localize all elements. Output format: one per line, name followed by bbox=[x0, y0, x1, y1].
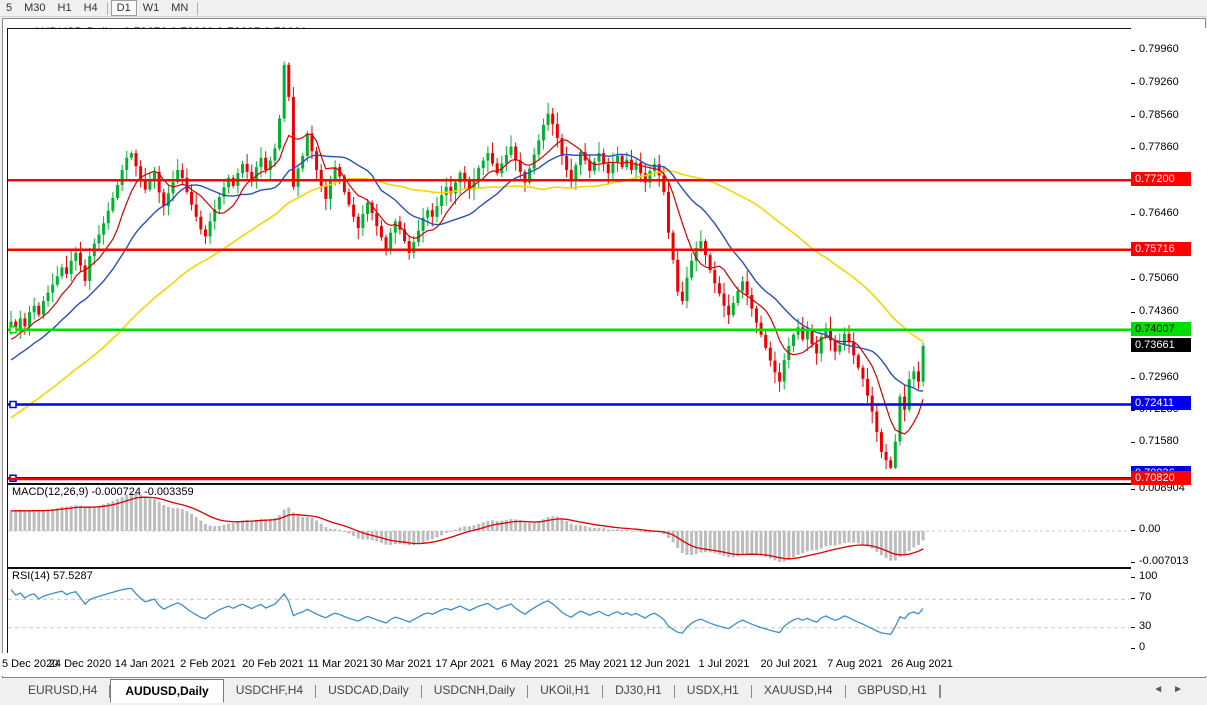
chart-tab-audusd-daily[interactable]: AUDUSD,Daily bbox=[110, 679, 224, 703]
price-axis-tick-label: 0.79260 bbox=[1139, 75, 1179, 88]
date-axis-label: 17 Apr 2021 bbox=[435, 658, 495, 670]
timeframe-button-d1[interactable]: D1 bbox=[110, 0, 137, 16]
timeframe-toolbar: 5 M30 H1 H4 D1 W1 MN bbox=[0, 0, 1207, 17]
toolbar-separator bbox=[197, 1, 199, 15]
price-axis-tick-label: 0.71580 bbox=[1139, 435, 1179, 448]
axis-tick-mark bbox=[1131, 562, 1135, 563]
toolbar-separator bbox=[106, 1, 108, 15]
axis-tick-mark bbox=[1131, 577, 1135, 578]
level-price-label-0.70820: 0.70820 bbox=[1131, 471, 1191, 485]
chart-tab-ukoil-h1[interactable]: UKOil,H1 bbox=[528, 680, 602, 701]
tab-scroll-right-icon[interactable]: ► bbox=[1173, 684, 1193, 695]
macd-axis-label: -0.007013 bbox=[1139, 555, 1189, 567]
price-axis-tick-label: 0.76460 bbox=[1139, 206, 1179, 219]
axis-tick-mark bbox=[1131, 648, 1135, 649]
date-axis-label: 14 Jan 2021 bbox=[114, 658, 176, 670]
timeframe-button-h1[interactable]: H1 bbox=[52, 1, 78, 15]
chart-tab-dj30-h1[interactable]: DJ30,H1 bbox=[603, 680, 674, 701]
timeframe-button-m30[interactable]: M30 bbox=[18, 1, 51, 15]
price-axis-tick-label: 0.78560 bbox=[1139, 108, 1179, 121]
date-axis: 5 Dec 2020 24 Dec 2020 14 Jan 2021 2 Feb 20… bbox=[0, 653, 1131, 676]
date-axis-label: 30 Mar 2021 bbox=[370, 658, 432, 670]
rsi-axis-label: 70 bbox=[1139, 591, 1152, 604]
date-axis-label: 7 Aug 2021 bbox=[827, 658, 883, 670]
macd-indicator-pane[interactable]: MACD(12,26,9) -0.000724 -0.003359 bbox=[7, 484, 1133, 568]
macd-axis-label: 0.00 bbox=[1139, 523, 1161, 535]
timeframe-button-h4[interactable]: H4 bbox=[78, 1, 104, 15]
chart-tab-usdcnh-daily[interactable]: USDCNH,Daily bbox=[422, 680, 527, 701]
axis-tick-mark bbox=[1131, 279, 1135, 281]
axis-tick-mark bbox=[1131, 148, 1135, 150]
date-axis-label: 6 May 2021 bbox=[501, 658, 559, 670]
axis-tick-mark bbox=[1131, 377, 1135, 379]
level-price-label-0.75716: 0.75716 bbox=[1131, 241, 1191, 256]
rsi-label: RSI(14) 57.5287 bbox=[12, 570, 93, 582]
rsi-chart-svg[interactable] bbox=[8, 569, 1132, 653]
price-axis-tick-label: 0.74360 bbox=[1139, 305, 1179, 318]
date-axis-label: 20 Jul 2021 bbox=[760, 658, 818, 670]
chart-tab-usdx-h1[interactable]: USDX,H1 bbox=[675, 680, 751, 701]
axis-tick-mark bbox=[1131, 598, 1135, 600]
date-axis-label: 24 Dec 2020 bbox=[48, 658, 112, 670]
date-axis-label: 25 May 2021 bbox=[564, 658, 628, 670]
chart-tab-gbpusd-h1[interactable]: GBPUSD,H1 bbox=[846, 680, 939, 701]
price-axis-tick-label: 0.79960 bbox=[1139, 43, 1179, 55]
date-axis-label: 20 Feb 2021 bbox=[242, 658, 304, 670]
axis-tick-mark bbox=[1131, 82, 1135, 84]
chart-tab-usdchf-h4[interactable]: USDCHF,H4 bbox=[224, 680, 315, 701]
rsi-axis-label: 100 bbox=[1139, 570, 1158, 582]
date-axis-label: 26 Aug 2021 bbox=[891, 658, 953, 670]
axis-tick-mark bbox=[1131, 115, 1135, 117]
tab-separator bbox=[939, 685, 941, 698]
axis-tick-mark bbox=[1131, 50, 1135, 51]
date-axis-label: 1 Jul 2021 bbox=[698, 658, 750, 670]
axis-tick-mark bbox=[1131, 530, 1135, 531]
date-axis-label: 2 Feb 2021 bbox=[180, 658, 236, 670]
trading-platform-screen: 5M30H1H4D1W1MN ▲AUDUSD,Daily0.73670 0.73… bbox=[0, 0, 1207, 705]
tab-scroll-left-icon[interactable]: ◄ bbox=[1153, 684, 1173, 695]
date-axis-label: 12 Jun 2021 bbox=[629, 658, 691, 670]
axis-tick-mark bbox=[1131, 489, 1135, 490]
price-axis-tick-label: 0.72960 bbox=[1139, 370, 1179, 383]
level-price-label-0.74007: 0.74007 bbox=[1131, 321, 1191, 336]
axis-tick-mark bbox=[1131, 626, 1135, 628]
level-price-label-0.77200: 0.77200 bbox=[1131, 172, 1191, 187]
axis-tick-mark bbox=[1131, 213, 1135, 215]
chart-tab-bar: EURUSD,H4 AUDUSD,Daily USDCHF,H4 USDCAD,Dai… bbox=[0, 678, 1207, 705]
price-chart-svg[interactable] bbox=[8, 29, 1132, 483]
chart-tab-eurusd-h4[interactable]: EURUSD,H4 bbox=[16, 680, 109, 701]
price-axis-tick-label: 0.77860 bbox=[1139, 141, 1179, 154]
axis-tick-mark bbox=[1131, 442, 1135, 444]
price-chart-pane[interactable] bbox=[7, 28, 1133, 484]
rsi-indicator-pane[interactable]: RSI(14) 57.5287 bbox=[7, 568, 1133, 654]
timeframe-button-w1[interactable]: W1 bbox=[137, 1, 166, 15]
level-price-label-0.72411: 0.72411 bbox=[1131, 396, 1191, 411]
rsi-axis-label: 0 bbox=[1139, 641, 1146, 653]
price-axis: 0.79960 0.79260 0.78560 0.77860 0.76460 0.750… bbox=[1131, 28, 1207, 676]
current-price-label: 0.73661 bbox=[1131, 337, 1191, 352]
chart-tab-xauusd-h4[interactable]: XAUUSD,H4 bbox=[752, 680, 845, 701]
price-axis-tick-label: 0.75060 bbox=[1139, 272, 1179, 285]
chart-tab-usdcad-daily[interactable]: USDCAD,Daily bbox=[316, 680, 421, 701]
axis-tick-mark bbox=[1131, 312, 1135, 314]
timeframe-button-5[interactable]: 5 bbox=[0, 1, 18, 15]
timeframe-button-mn[interactable]: MN bbox=[165, 1, 194, 15]
rsi-axis-label: 30 bbox=[1139, 619, 1152, 632]
tab-scroll-arrows: ◄► bbox=[1153, 684, 1193, 695]
macd-label: MACD(12,26,9) -0.000724 -0.003359 bbox=[12, 486, 194, 498]
date-axis-label: 11 Mar 2021 bbox=[307, 658, 369, 670]
